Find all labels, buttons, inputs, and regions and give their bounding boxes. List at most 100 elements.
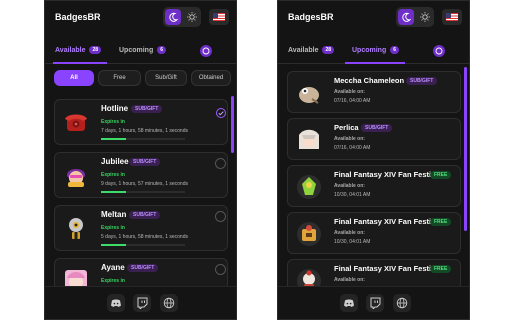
moon-icon[interactable] xyxy=(398,9,414,25)
app-title: BadgesBR xyxy=(55,12,101,22)
badge-card-hotline[interactable]: Hotline SUB/GIFT Expires in 7 days, 1 ho… xyxy=(54,99,228,145)
subgift-badge: SUB/GIFT xyxy=(406,77,438,85)
twitch-icon xyxy=(137,297,148,309)
discord-button[interactable] xyxy=(107,294,125,312)
scrollbar-thumb[interactable] xyxy=(464,67,467,231)
theme-toggle[interactable] xyxy=(396,7,434,27)
jubilee-badge-image xyxy=(61,160,91,190)
badge-name: Meccha Chameleon xyxy=(334,76,405,85)
user-settings-icon[interactable] xyxy=(433,44,445,57)
language-button[interactable] xyxy=(442,9,462,25)
expiry-progress-fill xyxy=(101,191,127,193)
unchecked-circle-icon[interactable] xyxy=(215,211,226,222)
upcoming-card[interactable]: Perlica SUB/GIFT Available on: 07/16, 04… xyxy=(287,118,461,160)
upcoming-panel: BadgesBR Available 28 Upcoming 6 Meccha Ch… xyxy=(277,0,470,320)
ffxiv-chocobo-badge-image xyxy=(294,172,324,202)
badge-name: Meltan xyxy=(101,210,127,219)
expires-label: Expires in xyxy=(101,172,125,178)
badge-card-meltan[interactable]: Meltan SUB/GIFT Expires in 5 days, 1 hou… xyxy=(54,205,228,251)
available-on-label: Available on: xyxy=(334,183,365,189)
globe-icon xyxy=(163,297,175,309)
moon-icon[interactable] xyxy=(165,9,181,25)
tab-available-count: 28 xyxy=(322,46,335,54)
free-badge: FREE xyxy=(430,171,452,179)
ffxiv-moogle-badge-image xyxy=(294,219,324,249)
expiry-progress-fill xyxy=(101,138,127,140)
available-date: 10/30, 04:01 AM xyxy=(334,192,371,198)
subgift-badge: SUB/GIFT xyxy=(127,264,159,272)
discord-icon xyxy=(111,299,121,307)
website-button[interactable] xyxy=(393,294,411,312)
expiry-progress-fill xyxy=(101,244,127,246)
badge-name: Final Fantasy XIV Fan Festiv... xyxy=(334,217,441,226)
tab-active-indicator xyxy=(53,62,107,64)
us-flag-icon xyxy=(213,13,225,21)
expires-countdown: 5 days, 1 hours, 58 minutes, 1 seconds xyxy=(101,234,188,240)
badge-name: Ayane xyxy=(101,263,125,272)
scrollbar-thumb[interactable] xyxy=(231,96,234,153)
meltan-badge-image xyxy=(61,213,91,243)
tab-active-indicator xyxy=(345,62,405,64)
available-date: 07/16, 04:00 AM xyxy=(334,145,371,151)
tab-upcoming-count: 6 xyxy=(390,46,400,54)
unchecked-circle-icon[interactable] xyxy=(215,158,226,169)
upcoming-card[interactable]: Final Fantasy XIV Fan Festiv... FREE Ava… xyxy=(287,212,461,254)
website-button[interactable] xyxy=(160,294,178,312)
expiry-progress-bar xyxy=(101,138,185,140)
expiry-progress-bar xyxy=(101,244,185,246)
free-badge: FREE xyxy=(430,218,452,226)
expiry-progress-bar xyxy=(101,191,185,193)
available-on-label: Available on: xyxy=(334,277,365,283)
badge-name: Final Fantasy XIV Fan Festiv... xyxy=(334,264,441,273)
subgift-badge: SUB/GIFT xyxy=(129,158,161,166)
twitch-button[interactable] xyxy=(133,294,151,312)
sun-icon[interactable] xyxy=(418,9,432,25)
user-settings-icon[interactable] xyxy=(200,44,212,57)
globe-icon xyxy=(396,297,408,309)
check-circle-icon[interactable] xyxy=(216,105,226,118)
theme-toggle[interactable] xyxy=(163,7,201,27)
filter-free-button[interactable]: Free xyxy=(98,70,141,86)
badge-name: Perlica xyxy=(334,123,359,132)
unchecked-circle-icon[interactable] xyxy=(215,264,226,275)
upcoming-card[interactable]: Final Fantasy XIV Fan Festiv... FREE Ava… xyxy=(287,165,461,207)
filter-subgift-button[interactable]: Sub/Gift xyxy=(145,70,187,86)
us-flag-icon xyxy=(446,13,458,21)
sun-icon[interactable] xyxy=(185,9,199,25)
available-on-label: Available on: xyxy=(334,136,365,142)
language-button[interactable] xyxy=(209,9,229,25)
footer xyxy=(45,286,236,319)
meccha-chameleon-badge-image xyxy=(294,78,324,108)
hotline-badge-image xyxy=(61,107,91,137)
filter-obtained-button[interactable]: Obtained xyxy=(191,70,231,86)
tab-upcoming[interactable]: Upcoming 6 xyxy=(352,46,400,54)
available-on-label: Available on: xyxy=(334,230,365,236)
subgift-badge: SUB/GIFT xyxy=(129,211,161,219)
expires-label: Expires in xyxy=(101,225,125,231)
footer xyxy=(278,286,469,319)
free-badge: FREE xyxy=(430,265,452,273)
expires-label: Expires in xyxy=(101,119,125,125)
discord-button[interactable] xyxy=(340,294,358,312)
app-title: BadgesBR xyxy=(288,12,334,22)
tab-upcoming[interactable]: Upcoming 6 xyxy=(119,46,167,54)
upcoming-card[interactable]: Meccha Chameleon SUB/GIFT Available on: … xyxy=(287,71,461,113)
tab-upcoming-count: 6 xyxy=(157,46,167,54)
subgift-badge: SUB/GIFT xyxy=(361,124,393,132)
discord-icon xyxy=(344,299,354,307)
subgift-badge: SUB/GIFT xyxy=(131,105,163,113)
tab-available[interactable]: Available 28 xyxy=(288,46,335,54)
tab-available-count: 28 xyxy=(89,46,102,54)
available-panel: BadgesBR Available 28 Upcoming 6 All Free … xyxy=(44,0,237,320)
available-date: 10/30, 04:01 AM xyxy=(334,239,371,245)
expires-countdown: 9 days, 1 hours, 57 minutes, 1 seconds xyxy=(101,181,188,187)
filter-all-button[interactable]: All xyxy=(54,70,94,86)
badge-name: Hotline xyxy=(101,104,129,113)
badge-card-jubilee[interactable]: Jubilee SUB/GIFT Expires in 9 days, 1 ho… xyxy=(54,152,228,198)
available-on-label: Available on: xyxy=(334,89,365,95)
twitch-button[interactable] xyxy=(366,294,384,312)
expires-countdown: 7 days, 1 hours, 58 minutes, 1 seconds xyxy=(101,128,188,134)
tab-available[interactable]: Available 28 xyxy=(55,46,102,54)
perlica-badge-image xyxy=(294,125,324,155)
expires-label: Expires in xyxy=(101,278,125,284)
